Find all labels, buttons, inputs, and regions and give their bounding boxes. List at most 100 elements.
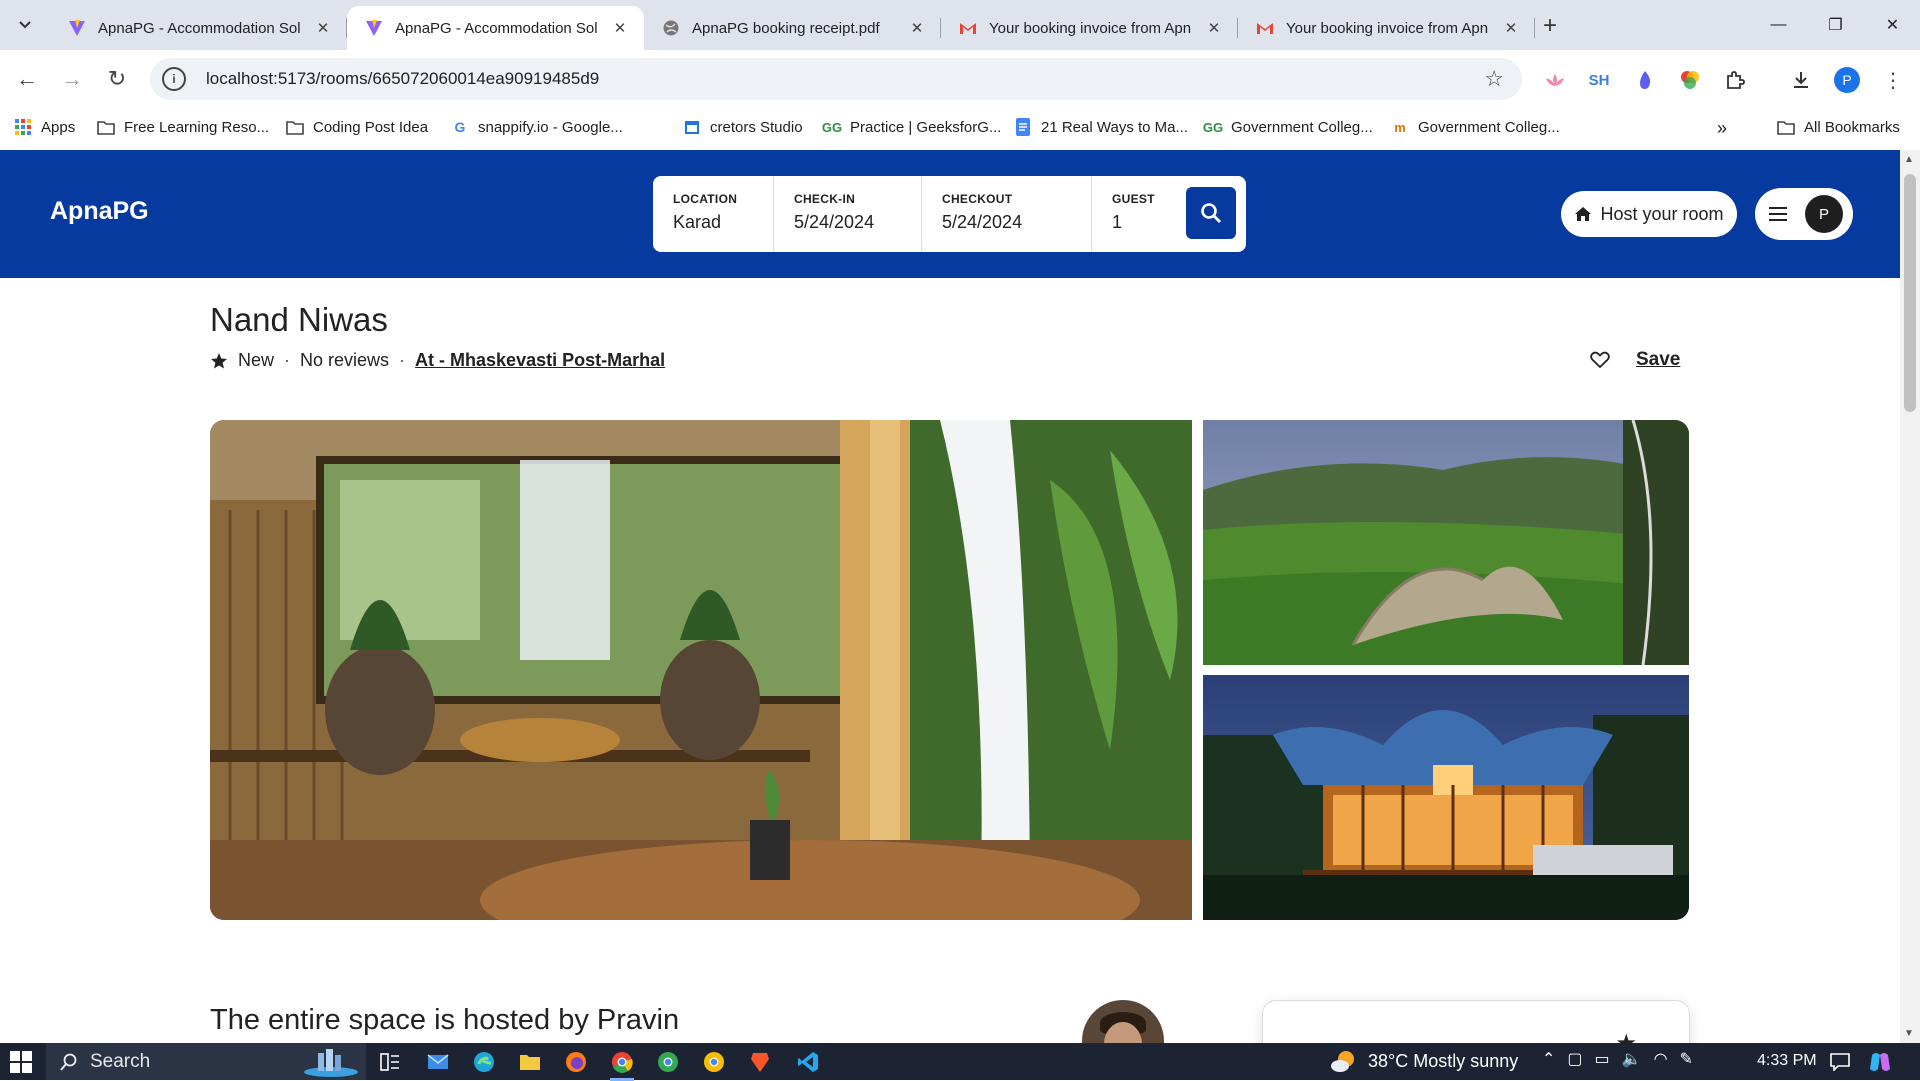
weather-widget[interactable]: 38°C Mostly sunny [1330,1049,1518,1073]
bookmark-21-real-ways[interactable]: 21 Real Ways to Ma... [1014,118,1188,136]
checkin-field[interactable]: CHECK-IN 5/24/2024 [774,176,922,252]
clock[interactable]: 4:33 PM [1757,1052,1817,1070]
gallery-image-landscape[interactable] [1203,420,1689,665]
back-icon[interactable]: ← [12,64,42,94]
file-explorer-icon[interactable] [516,1048,544,1076]
notifications-icon[interactable] [1826,1048,1854,1076]
new-tab-button[interactable]: + [1543,12,1557,40]
chevron-up-icon[interactable]: ⌃ [1542,1049,1555,1069]
download-icon[interactable] [1788,67,1814,93]
all-bookmarks[interactable]: All Bookmarks [1777,118,1900,136]
windows-start-icon[interactable] [10,1051,32,1073]
folder-icon [286,118,304,136]
chrome-alt-icon[interactable] [700,1048,728,1076]
hosted-by-heading: The entire space is hosted by Pravin [210,1004,680,1036]
bookmark-geeksforgeeks[interactable]: GG Practice | GeeksforG... [822,118,1002,136]
close-icon[interactable]: ✕ [1501,19,1521,37]
search-icon [60,1053,77,1071]
kebab-menu-icon[interactable]: ⋮ [1880,67,1906,93]
bookmark-government-college-1[interactable]: GG Government Colleg... [1203,118,1373,136]
tab-gmail-1[interactable]: Your booking invoice from Apn ✕ [941,6,1238,50]
close-icon[interactable]: ✕ [1204,19,1224,37]
gmail-icon [960,23,976,34]
close-window-icon[interactable]: ✕ [1864,8,1920,42]
volume-icon[interactable]: 🔈 [1622,1049,1642,1069]
close-icon[interactable]: ✕ [610,19,630,37]
profile-avatar[interactable]: P [1834,67,1860,93]
color-picker-extension-icon[interactable] [1677,67,1703,93]
chrome-icon[interactable] [608,1048,636,1081]
close-icon[interactable]: ✕ [907,19,927,37]
flame-extension-icon[interactable] [1632,67,1658,93]
gallery-image-main[interactable] [210,420,1192,920]
reload-icon[interactable]: ↻ [102,64,132,94]
taskbar-search-label: Search [90,1050,151,1072]
photo-gallery [210,420,1689,920]
forward-icon[interactable]: → [57,64,87,94]
taskbar-search[interactable]: Search [46,1043,366,1080]
extensions-puzzle-icon[interactable] [1722,67,1748,93]
bookmark-folder-coding[interactable]: Coding Post Idea [286,118,428,136]
bookmark-apps[interactable]: Apps [14,118,75,136]
page-scrollbar[interactable]: ▲ ▼ [1900,150,1920,1043]
gmail-icon [1257,23,1273,34]
omnibox[interactable]: i localhost:5173/rooms/665072060014ea909… [150,58,1522,100]
scroll-up-icon[interactable]: ▲ [1904,154,1914,165]
scrollbar-thumb[interactable] [1904,174,1916,412]
bookmark-label: Government Colleg... [1231,118,1373,136]
scroll-down-icon[interactable]: ▼ [1904,1028,1914,1039]
pen-icon[interactable]: ✎ [1680,1049,1693,1069]
bookmark-snappify[interactable]: G snappify.io - Google... [451,118,623,136]
user-menu-button[interactable]: P [1755,188,1853,240]
edge-browser-icon[interactable] [470,1048,498,1076]
bookmark-cretors-studio[interactable]: cretors Studio [683,118,803,136]
meet-now-icon[interactable]: ▢ [1567,1049,1582,1069]
bookmark-label: Free Learning Reso... [124,118,270,136]
minimize-icon[interactable]: — [1750,8,1807,42]
bookmark-star-icon[interactable]: ☆ [1484,66,1504,92]
checkout-field[interactable]: CHECKOUT 5/24/2024 [922,176,1092,252]
checkout-label: CHECKOUT [942,192,1013,206]
url-text[interactable]: localhost:5173/rooms/665072060014ea90919… [206,69,1484,89]
tab-receipt-pdf[interactable]: ApnaPG booking receipt.pdf ✕ [644,6,941,50]
address-toolbar: ← → ↻ i localhost:5173/rooms/66507206001… [0,50,1920,108]
host-your-room-button[interactable]: Host your room [1561,191,1737,237]
tab-search-button[interactable] [10,10,40,40]
save-button[interactable]: Save [1590,349,1680,371]
tab-title: ApnaPG - Accommodation Solu [395,19,598,37]
logo[interactable]: ApnaPG [50,197,149,226]
firefox-icon[interactable] [562,1048,590,1076]
checkin-label: CHECK-IN [794,192,856,206]
task-view-icon[interactable] [376,1048,404,1076]
copilot-icon[interactable] [1866,1048,1894,1076]
bookmark-folder-learning[interactable]: Free Learning Reso... [97,118,269,136]
room-address-link[interactable]: At - Mhaskevasti Post-Marhal [415,350,665,371]
all-bookmarks-label: All Bookmarks [1804,118,1900,136]
guest-label: GUEST [1112,192,1155,206]
battery-icon[interactable]: ▭ [1595,1049,1610,1069]
mail-app-icon[interactable] [424,1048,452,1076]
tab-gmail-2[interactable]: Your booking invoice from Apn ✕ [1238,6,1535,50]
bookmark-label: 21 Real Ways to Ma... [1041,118,1188,136]
sh-extension-icon[interactable]: SH [1586,67,1612,93]
site-info-icon[interactable]: i [162,67,186,91]
vscode-icon[interactable] [794,1048,822,1076]
host-avatar [1082,1000,1164,1043]
bookmark-government-college-2[interactable]: m Government Colleg... [1391,118,1560,136]
more-bookmarks-icon[interactable]: » [1717,118,1727,139]
brave-browser-icon[interactable] [746,1048,774,1076]
room-meta: New · No reviews · At - Mhaskevasti Post… [210,350,665,371]
location-field[interactable]: LOCATION Karad [653,176,774,252]
guest-value: 1 [1112,212,1123,232]
lotus-extension-icon[interactable] [1542,67,1568,93]
gallery-image-house[interactable] [1203,675,1689,920]
tab-apnapg-1[interactable]: ApnaPG - Accommodation Solu ✕ [50,6,347,50]
close-icon[interactable]: ✕ [313,19,333,37]
search-button[interactable] [1186,187,1236,239]
chrome-profile-icon[interactable] [654,1048,682,1076]
wifi-icon[interactable]: ◠ [1654,1049,1668,1069]
restore-icon[interactable]: ❐ [1807,8,1864,42]
guest-field[interactable]: GUEST 1 [1092,176,1182,252]
tab-apnapg-2[interactable]: ApnaPG - Accommodation Solu ✕ [347,6,644,50]
heart-icon [1590,351,1610,369]
